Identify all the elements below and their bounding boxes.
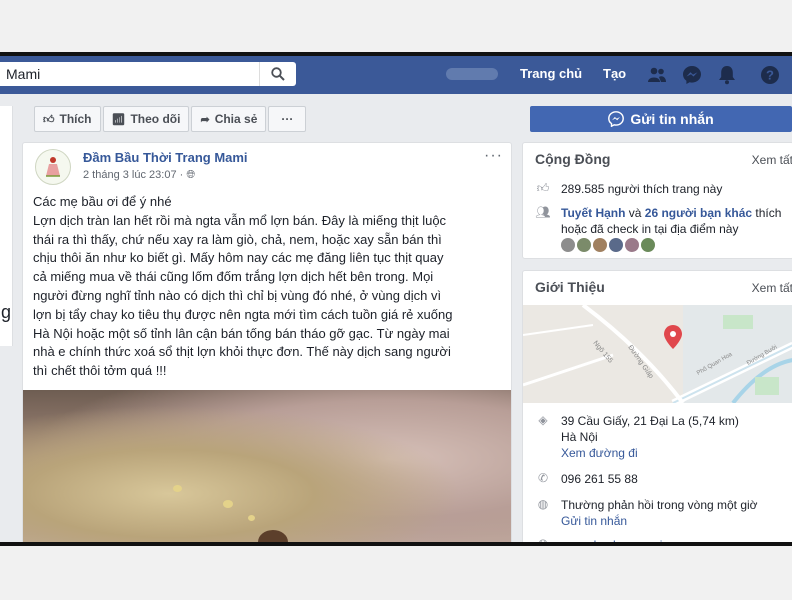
address-line1: 39 Cầu Giấy, 21 Đại La (5,74 km) [561, 414, 739, 428]
address-line2: Hà Nội [561, 430, 598, 444]
address-text: 39 Cầu Giấy, 21 Đại La (5,74 km) Hà Nội Xe… [561, 413, 739, 461]
share-button[interactable]: ➦ Chia sẻ [191, 106, 267, 132]
friend-avatar[interactable] [625, 238, 639, 252]
dress-logo-icon [46, 157, 60, 177]
post-body: Các mẹ bầu ơi để ý nhé Lợn dịch tràn lan… [33, 193, 503, 381]
response-time: Thường phản hồi trong vòng một giờ [561, 498, 758, 512]
globe-icon: 🌐︎ [186, 169, 196, 181]
search-box[interactable] [0, 62, 296, 86]
friend-avatar[interactable] [641, 238, 655, 252]
post-card: Đầm Bầu Thời Trang Mami 2 tháng 3 lúc 23… [22, 142, 512, 542]
messenger-icon: ◍ [537, 497, 549, 511]
likes-row: 👍︎ 289.585 người thích trang này [535, 181, 723, 197]
location-map[interactable]: Ngõ 155 Đường Giáp Phố Quan Hoa Đường Bư… [523, 305, 792, 403]
response-text: Thường phản hồi trong vòng một giờ Gửi ti… [561, 497, 758, 529]
like-label: Thích [59, 112, 92, 126]
address-row: ◈ 39 Cầu Giấy, 21 Đại La (5,74 km) Hà Nội… [535, 413, 739, 461]
checkin-line2: hoặc đã check in tại địa điểm này [561, 222, 739, 236]
post-line: Lợn dịch tràn lan hết rồi mà ngta vẫn mổ… [33, 212, 447, 228]
post-time-text: 2 tháng 3 lúc 23:07 · [83, 169, 184, 181]
post-line: nhà e chính thức xoá sổ thịt lợn khỏi th… [33, 344, 451, 360]
help-icon[interactable]: ? [759, 64, 781, 86]
friend-avatar[interactable] [577, 238, 591, 252]
send-message-button[interactable]: Gửi tin nhắn [530, 106, 792, 132]
share-arrow-icon: ➦ [200, 113, 210, 126]
nav-home-link[interactable]: Trang chủ [520, 66, 582, 81]
thumbs-up-icon: 👍︎ [43, 113, 55, 126]
thumbs-up-icon: 👍︎ [536, 181, 550, 195]
friend-avatar[interactable] [593, 238, 607, 252]
checkin-row: 👥︎ Tuyết Hạnh và 26 người bạn khác thích… [535, 205, 781, 237]
send-message-link[interactable]: Gửi tin nhắn [561, 514, 627, 528]
about-title: Giới Thiệu [535, 279, 605, 295]
search-button[interactable] [259, 62, 296, 86]
follow-label: Theo dõi [130, 112, 181, 126]
post-line: người đừng nghĩ tỉnh nào có dịch thì chỉ… [33, 287, 442, 303]
community-title: Cộng Đồng [535, 151, 611, 167]
page-name-link[interactable]: Đầm Bầu Thời Trang Mami [83, 150, 248, 165]
post-line: Hà Nội hoặc một số tỉnh lân cận bán tống… [33, 325, 450, 341]
community-see-all[interactable]: Xem tất [752, 153, 792, 167]
blurred-profile-name [446, 68, 498, 80]
search-input[interactable] [4, 65, 258, 83]
share-label: Chia sẻ [214, 112, 258, 126]
post-options-button[interactable]: ··· [484, 147, 503, 165]
friend-avatar[interactable] [609, 238, 623, 252]
checkin-rest: thích [752, 206, 782, 220]
friend-avatar[interactable] [561, 238, 575, 252]
phone-text[interactable]: 096 261 55 88 [561, 471, 638, 487]
photo-spot [223, 500, 233, 508]
directions-link[interactable]: Xem đường đi [561, 446, 638, 460]
friend-name-link[interactable]: Tuyết Hạnh [561, 206, 625, 220]
website-link[interactable]: www.dambaumami.vn [561, 537, 678, 542]
search-icon [271, 67, 285, 81]
left-partial-text: g [1, 302, 12, 322]
checkin-text: Tuyết Hạnh và 26 người bạn khác thích ho… [561, 205, 781, 237]
friends-icon[interactable] [646, 64, 668, 86]
page-action-bar: 👍︎ Thích 📶︎ Theo dõi ➦ Chia sẻ ··· [34, 106, 308, 132]
top-navigation-bar: Trang chủ Tạo ? [0, 56, 792, 94]
bell-icon[interactable] [716, 64, 738, 86]
photo-dark-spot [258, 530, 288, 542]
like-button[interactable]: 👍︎ Thích [34, 106, 101, 132]
friends-icon: 👥︎ [535, 205, 551, 219]
photo-spot [248, 515, 255, 521]
nav-create-link[interactable]: Tạo [603, 66, 626, 81]
post-line: cả miếng mua về thái cũng lốm đốm trắng … [33, 269, 434, 285]
more-button[interactable]: ··· [268, 106, 307, 132]
post-line: thái ra thì thấy, chứ nếu xay ra làm giò… [33, 231, 442, 247]
follow-button[interactable]: 📶︎ Theo dõi [102, 106, 190, 132]
post-line: thì chết thôi tởm quá !!! [33, 363, 167, 379]
send-message-label: Gửi tin nhắn [630, 111, 714, 127]
photo-spot [173, 485, 182, 492]
checkin-connector: và [625, 206, 645, 220]
rss-icon: 📶︎ [111, 113, 126, 126]
post-line: Các mẹ bầu ơi để ý nhé [33, 194, 172, 209]
screenshot-frame: Trang chủ Tạo ? g 👍︎ Thích 📶︎ Theo dõi ➦ Ch… [0, 52, 792, 546]
more-label: ··· [281, 112, 294, 126]
phone-row: ✆ 096 261 55 88 [535, 471, 638, 487]
globe-icon: 🌐︎ [538, 537, 548, 546]
post-photo[interactable] [23, 390, 511, 542]
friend-avatars [561, 238, 657, 252]
friends-count-link[interactable]: 26 người bạn khác [645, 206, 752, 220]
phone-icon: ✆ [537, 471, 549, 485]
page-avatar[interactable] [35, 149, 71, 185]
post-timestamp[interactable]: 2 tháng 3 lúc 23:07 · 🌐︎ [83, 169, 195, 182]
likes-count-text: 289.585 người thích trang này [561, 182, 723, 196]
website-row: 🌐︎ www.dambaumami.vn [535, 537, 678, 546]
messenger-icon[interactable] [681, 64, 703, 86]
left-profile-column: g [0, 106, 13, 346]
messenger-icon [608, 111, 625, 127]
about-card: Giới Thiệu Xem tất Ngõ 155 Đường Giáp Ph… [522, 270, 792, 546]
post-line: chịu thôi ăn như ko biết gì. Mấy hôm nay… [33, 250, 444, 266]
response-row: ◍ Thường phản hồi trong vòng một giờ Gửi … [535, 497, 758, 529]
post-line: lợn bị tẩy chay ko tiêu thụ được nên ngt… [33, 306, 453, 322]
directions-icon: ◈ [538, 413, 548, 427]
community-card: Cộng Đồng Xem tất 👍︎ 289.585 người thích… [522, 142, 792, 259]
svg-text:?: ? [766, 68, 774, 83]
about-see-all[interactable]: Xem tất [752, 281, 792, 295]
